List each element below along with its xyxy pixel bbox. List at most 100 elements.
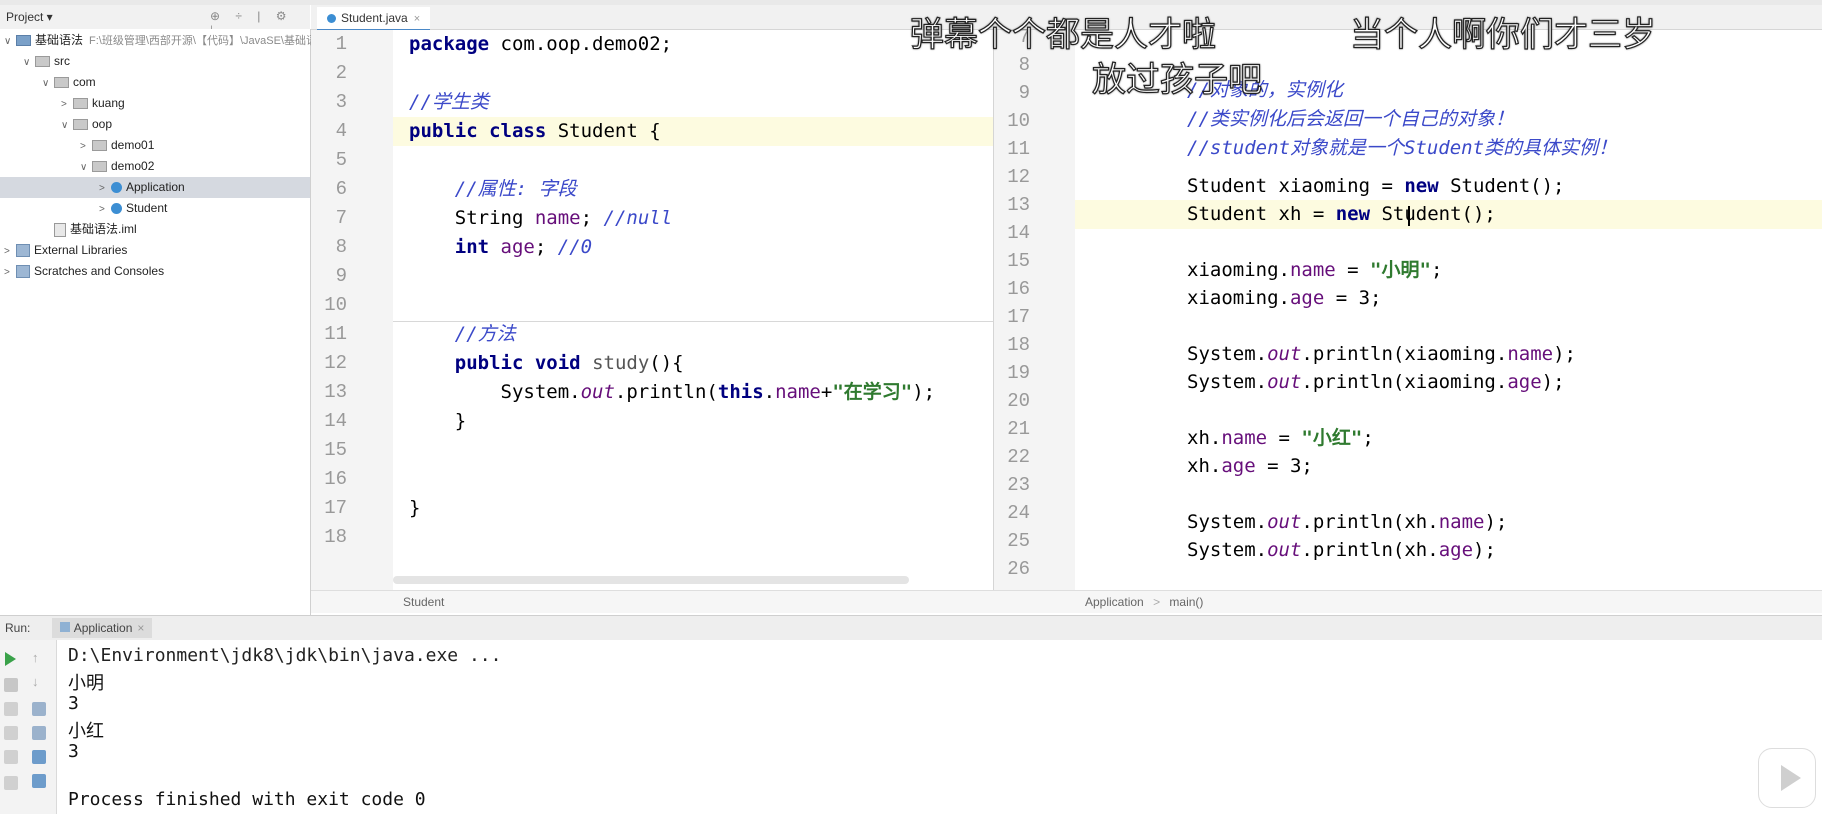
line-number: 2	[335, 62, 347, 84]
tree-item[interactable]: ∨ src	[0, 51, 310, 72]
up-arrow-icon[interactable]: ↑	[32, 650, 39, 665]
tree-item[interactable]: > Student	[0, 198, 310, 219]
breadcrumb-application[interactable]: Application	[1085, 595, 1144, 609]
tree-item[interactable]: > kuang	[0, 93, 310, 114]
tree-item-label: oop	[92, 117, 113, 131]
tree-item[interactable]: ∨ oop	[0, 114, 310, 135]
tree-item[interactable]: ∨ demo02	[0, 156, 310, 177]
code-line: System.out.println(this.name+"在学习");	[409, 381, 936, 403]
code-line: public class Student {	[409, 120, 661, 142]
console-line: 小明	[68, 673, 104, 694]
project-dropdown[interactable]: Project ▾	[6, 10, 53, 24]
play-button[interactable]	[1758, 748, 1816, 808]
breadcrumb-main[interactable]: main()	[1169, 595, 1203, 609]
line-number: 23	[1007, 474, 1030, 496]
tree-item[interactable]: > Scratches and Consoles	[0, 261, 310, 282]
folder-icon	[54, 77, 69, 89]
folder-icon	[92, 161, 107, 173]
tree-item[interactable]: ∨ 基础语法 F:\班级管理\西部开源\【代码】\JavaSE\基础语法	[0, 30, 328, 52]
chevron-right-icon[interactable]: >	[4, 262, 16, 283]
horizontal-scrollbar[interactable]	[393, 576, 909, 584]
chevron-down-icon[interactable]: ∨	[23, 52, 35, 73]
line-number: 18	[324, 526, 347, 548]
app-run-icon	[59, 622, 70, 632]
tree-item[interactable]: > External Libraries	[0, 240, 310, 261]
run-tab-application[interactable]: Application ×	[51, 618, 153, 638]
folder-icon	[35, 56, 50, 68]
tree-item-label: Application	[126, 180, 185, 194]
line-number: 26	[1007, 558, 1030, 580]
tree-item[interactable]: > demo01	[0, 135, 310, 156]
stop-icon[interactable]	[4, 678, 18, 692]
library-icon	[16, 244, 30, 258]
print-icon[interactable]	[32, 750, 46, 764]
tree-item[interactable]: > Application	[0, 177, 310, 198]
wrap-icon[interactable]	[32, 702, 46, 716]
pause-icon[interactable]	[4, 702, 18, 716]
scroll-end-icon[interactable]	[32, 726, 46, 740]
trash-icon[interactable]	[32, 774, 46, 788]
right-editor-gutter: 7 8 9 10 11 12 13 14 15 16 17 18 19 20 21 22 23 24 25 26	[993, 26, 1076, 590]
breadcrumb-student[interactable]: Student	[403, 595, 444, 609]
console-output[interactable]: D:\Environment\jdk8\jdk\bin\java.exe ...…	[57, 640, 1822, 814]
line-number: 14	[1007, 222, 1030, 244]
line-number: 12	[1007, 166, 1030, 188]
code-line: package com.oop.demo02;	[409, 33, 673, 55]
tree-item-label: com	[73, 75, 96, 89]
line-number: 8	[335, 236, 347, 258]
rerun-icon[interactable]	[5, 652, 16, 666]
line-number: 11	[324, 323, 347, 345]
chevron-right-icon[interactable]: >	[99, 178, 111, 199]
tree-item[interactable]: 基础语法.iml	[0, 219, 310, 240]
chevron-right-icon[interactable]: >	[99, 199, 111, 220]
file-icon	[54, 222, 66, 237]
line-number: 25	[1007, 530, 1030, 552]
line-number: 18	[1007, 334, 1030, 356]
chevron-right-icon[interactable]: >	[80, 136, 92, 157]
tree-item-label: Student	[126, 201, 168, 215]
tree-item-label: src	[54, 54, 70, 68]
layout-icon[interactable]	[4, 776, 18, 790]
module-icon	[16, 35, 31, 47]
down-arrow-icon[interactable]: ↓	[32, 674, 39, 689]
chevron-right-icon[interactable]: >	[61, 94, 73, 115]
chevron-down-icon[interactable]: ∨	[80, 157, 92, 178]
code-line: Student xh = new Student();	[1187, 203, 1496, 225]
folder-icon	[73, 119, 88, 131]
tree-item-label: External Libraries	[34, 243, 128, 257]
dump-icon[interactable]	[4, 726, 18, 740]
tree-item[interactable]: ∨ com	[0, 72, 310, 93]
line-number: 8	[1018, 54, 1030, 76]
left-editor-code[interactable]: package com.oop.demo02; //学生类 public cla…	[393, 30, 993, 590]
line-number: 15	[1007, 250, 1030, 272]
right-editor-code[interactable]: //对象的，实例化 //类实例化后会返回一个自己的对象！ //student对象…	[1075, 30, 1822, 590]
run-label: Run:	[5, 621, 31, 635]
code-line: }	[409, 410, 467, 432]
settings-icon[interactable]	[4, 750, 18, 764]
code-line: xiaoming.age = 3;	[1187, 287, 1382, 309]
close-icon[interactable]: ×	[414, 13, 420, 25]
line-number: 17	[1007, 306, 1030, 328]
tree-item-label: demo02	[111, 159, 155, 173]
close-icon[interactable]: ×	[137, 621, 144, 635]
tree-item-label: 基础语法	[35, 33, 84, 47]
tab-label: Student.java	[341, 11, 408, 25]
code-line: //方法	[454, 323, 516, 345]
right-breadcrumb: Application > main()	[993, 590, 1822, 613]
chevron-down-icon[interactable]: ∨	[61, 115, 73, 136]
tree-item-label: 基础语法.iml	[70, 222, 137, 236]
code-line: int age; //0	[454, 236, 593, 258]
left-editor-gutter: 1 2 3 4 5 6 7 8 9 10 11 12 13 14 15 16 17 18	[311, 30, 393, 590]
project-tree: ∨ 基础语法 F:\班级管理\西部开源\【代码】\JavaSE\基础语法 ∨ src ∨ c…	[0, 29, 328, 615]
line-number: 11	[1007, 138, 1030, 160]
line-number: 14	[324, 410, 347, 432]
code-line: }	[409, 497, 421, 519]
tab-student-java[interactable]: Student.java ×	[317, 7, 431, 31]
line-number: 20	[1007, 390, 1030, 412]
line-number: 10	[324, 294, 347, 316]
chevron-down-icon[interactable]: ∨	[42, 73, 54, 94]
code-line: Student xiaoming = new Student();	[1187, 175, 1565, 197]
code-line: //类实例化后会返回一个自己的对象！	[1187, 108, 1514, 130]
chevron-right-icon[interactable]: >	[4, 241, 16, 262]
chevron-down-icon[interactable]: ∨	[4, 31, 16, 52]
